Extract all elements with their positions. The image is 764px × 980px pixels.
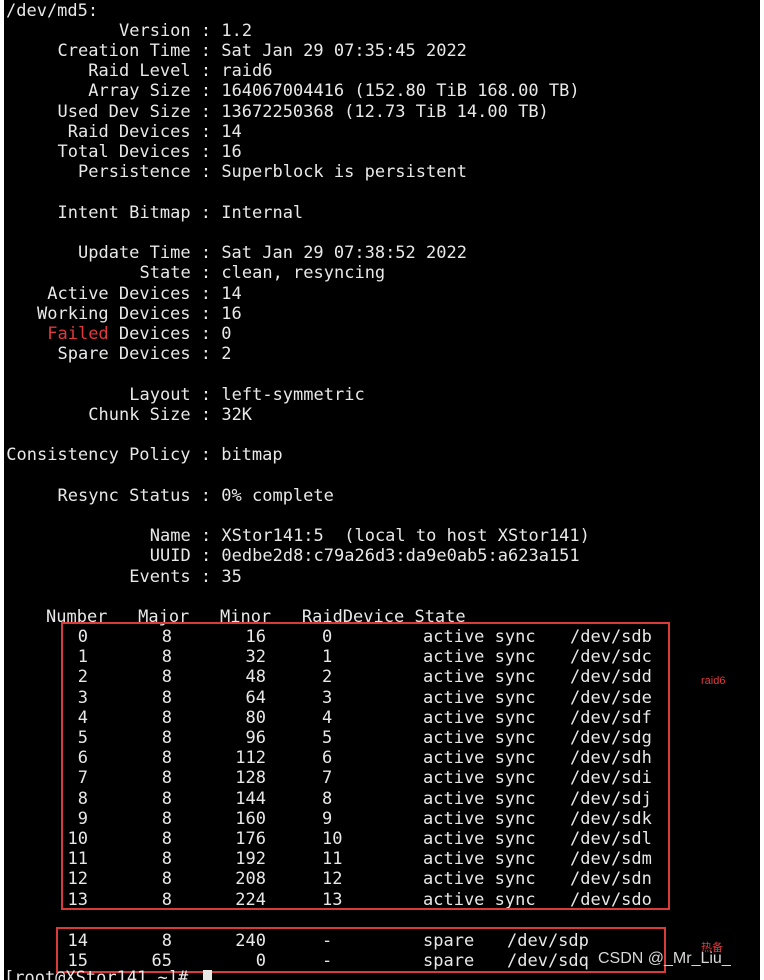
field-value: 2	[221, 344, 232, 364]
field-label: Working Devices	[37, 304, 191, 324]
field-label: Events	[129, 567, 191, 587]
field-value: left-symmetric	[221, 385, 365, 405]
field-row: Update Time : Sat Jan 29 07:38:52 2022	[78, 243, 467, 263]
field-value: clean, resyncing	[221, 263, 386, 283]
field-row: Array Size : 164067004416 (152.80 TiB 16…	[88, 81, 579, 101]
field-value: Internal	[221, 203, 304, 223]
field-label: UUID	[149, 546, 191, 566]
field-value: 35	[221, 567, 242, 587]
field-label: Active Devices	[47, 284, 191, 304]
field-row: UUID : 0edbe2d8:c79a26d3:da9e0ab5:a623a1…	[150, 546, 580, 566]
field-row: Raid Level : raid6	[88, 61, 272, 81]
field-separator: :	[190, 61, 222, 81]
field-separator: :	[190, 526, 222, 546]
field-separator: :	[190, 567, 222, 587]
spare-devices-box	[56, 927, 666, 973]
field-value: raid6	[221, 61, 273, 81]
field-row: Spare Devices : 2	[58, 344, 232, 364]
field-value: 32K	[221, 405, 253, 425]
field-row: Failed Devices : 0	[47, 324, 231, 344]
field-label: Name	[149, 526, 191, 546]
field-separator: :	[190, 284, 222, 304]
field-row: Layout : left-symmetric	[129, 385, 364, 405]
field-separator: :	[190, 445, 222, 465]
field-separator: :	[190, 21, 222, 41]
field-separator: :	[190, 486, 222, 506]
field-separator: :	[190, 304, 222, 324]
field-row: Working Devices : 16	[37, 304, 242, 324]
field-value: 0% complete	[221, 486, 334, 506]
field-row: Chunk Size : 32K	[88, 405, 252, 425]
shell-prompt[interactable]: [root@XStor141 ~]#	[4, 968, 198, 980]
field-separator: :	[190, 142, 222, 162]
field-separator: :	[190, 203, 222, 223]
field-label: Consistency Policy	[6, 445, 191, 465]
field-value: 16	[221, 142, 242, 162]
field-separator: :	[190, 41, 222, 61]
field-label: Spare Devices	[57, 344, 191, 364]
field-row: Version : 1.2	[119, 21, 252, 41]
field-separator: :	[190, 243, 222, 263]
field-separator: :	[190, 385, 222, 405]
field-value: Sat Jan 29 07:38:52 2022	[221, 243, 467, 263]
field-separator: :	[190, 81, 222, 101]
field-label: Layout	[129, 385, 191, 405]
field-value: 164067004416 (152.80 TiB 168.00 TB)	[221, 81, 580, 101]
field-value: bitmap	[221, 445, 283, 465]
field-value: 1.2	[221, 21, 253, 41]
field-label: Creation Time	[57, 41, 191, 61]
field-label: Array Size	[88, 81, 191, 101]
field-row: Resync Status : 0% complete	[58, 486, 334, 506]
field-row: Active Devices : 14	[47, 284, 242, 304]
field-row: Used Dev Size : 13672250368 (12.73 TiB 1…	[58, 102, 549, 122]
field-row: Persistence : Superblock is persistent	[78, 162, 467, 182]
field-separator: :	[190, 405, 222, 425]
field-row: Events : 35	[129, 567, 242, 587]
field-label: State	[139, 263, 191, 283]
field-row: Name : XStor141:5 (local to host XStor14…	[150, 526, 590, 546]
field-separator: :	[190, 263, 222, 283]
field-label: Chunk Size	[88, 405, 191, 425]
field-value: 0edbe2d8:c79a26d3:da9e0ab5:a623a151	[221, 546, 580, 566]
field-label: Used Dev Size	[57, 102, 191, 122]
field-value: Superblock is persistent	[221, 162, 467, 182]
field-label: Persistence	[78, 162, 191, 182]
field-label: Failed Devices	[47, 324, 191, 344]
field-row: Intent Bitmap : Internal	[58, 203, 304, 223]
field-row: Consistency Policy : bitmap	[6, 445, 282, 465]
field-row: Raid Devices : 14	[68, 122, 242, 142]
field-separator: :	[190, 344, 222, 364]
field-row: Creation Time : Sat Jan 29 07:35:45 2022	[58, 41, 467, 61]
field-separator: :	[190, 162, 222, 182]
field-value: 0	[221, 324, 232, 344]
field-value: Sat Jan 29 07:35:45 2022	[221, 41, 467, 61]
field-value: 13672250368 (12.73 TiB 14.00 TB)	[221, 102, 549, 122]
csdn-watermark: CSDN @_Mr_Liu_	[598, 950, 731, 967]
field-separator: :	[190, 102, 222, 122]
field-value: XStor141:5 (local to host XStor141)	[221, 526, 590, 546]
active-devices-box	[61, 622, 670, 910]
field-separator: :	[190, 122, 222, 142]
field-label: Total Devices	[57, 142, 191, 162]
field-value: 14	[221, 284, 242, 304]
field-value: 14	[221, 122, 242, 142]
field-separator: :	[190, 546, 222, 566]
field-label: Intent Bitmap	[57, 203, 191, 223]
field-value: 16	[221, 304, 242, 324]
field-label: Raid Level	[88, 61, 191, 81]
terminal-cursor	[203, 970, 212, 980]
field-separator: :	[190, 324, 222, 344]
field-label: Resync Status	[57, 486, 191, 506]
field-row: State : clean, resyncing	[140, 263, 386, 283]
field-row: Total Devices : 16	[58, 142, 242, 162]
device-header: /dev/md5:	[6, 1, 99, 21]
raid6-annotation: raid6	[701, 675, 726, 687]
field-label: Update Time	[78, 243, 191, 263]
field-label: Raid Devices	[67, 122, 191, 142]
field-label: Version	[119, 21, 191, 41]
terminal-window[interactable]: /dev/md5: Version : 1.2 Creation Time : S…	[4, 0, 760, 980]
